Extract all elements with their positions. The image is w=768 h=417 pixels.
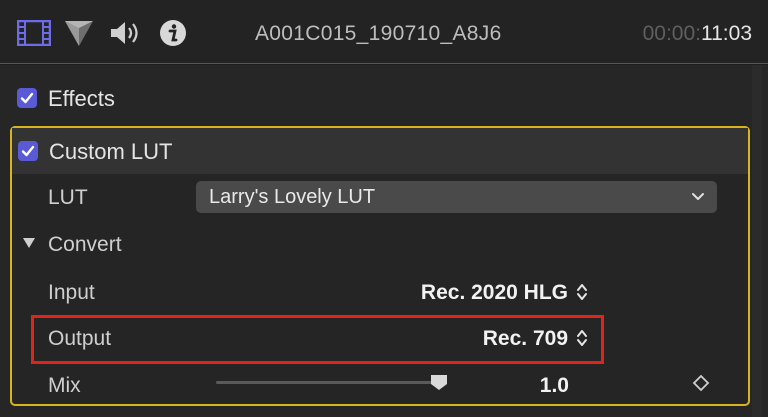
- custom-lut-title: Custom LUT: [49, 139, 173, 164]
- lut-dropdown[interactable]: Larry's Lovely LUT: [196, 181, 717, 213]
- chevron-down-icon: [690, 188, 706, 204]
- keyframe-icon[interactable]: [692, 374, 710, 392]
- output-highlight: [31, 315, 604, 364]
- lut-dropdown-value: Larry's Lovely LUT: [209, 186, 376, 208]
- scrollbar[interactable]: [752, 65, 762, 417]
- custom-lut-header[interactable]: Custom LUT: [12, 128, 748, 174]
- inspector-header: A001C015_190710_A8J6 00:00:11:03: [0, 0, 768, 64]
- mix-slider-handle[interactable]: [430, 374, 448, 391]
- mix-label: Mix: [48, 374, 81, 397]
- effects-checkbox[interactable]: [17, 88, 37, 108]
- effects-section-header: Effects: [0, 76, 750, 120]
- clip-name: A001C015_190710_A8J6: [255, 22, 502, 45]
- film-icon[interactable]: [16, 18, 52, 48]
- speaker-icon[interactable]: [108, 18, 144, 48]
- custom-lut-checkbox[interactable]: [18, 141, 38, 161]
- convert-label: Convert: [48, 233, 122, 256]
- lut-label: LUT: [48, 186, 88, 209]
- color-icon[interactable]: [62, 18, 96, 48]
- stepper-icon[interactable]: [575, 282, 589, 302]
- effects-label: Effects: [48, 86, 115, 111]
- timecode-seconds-frames: 11:03: [701, 22, 752, 45]
- mix-slider[interactable]: [216, 381, 442, 384]
- input-label: Input: [48, 281, 95, 304]
- timecode-hours-minutes: 00:00:: [642, 22, 701, 45]
- mix-value[interactable]: 1.0: [540, 374, 569, 398]
- timecode: 00:00:11:03: [643, 22, 752, 46]
- disclosure-triangle-icon[interactable]: [22, 236, 36, 250]
- info-icon[interactable]: [156, 18, 190, 48]
- input-value[interactable]: Rec. 2020 HLG: [421, 281, 568, 305]
